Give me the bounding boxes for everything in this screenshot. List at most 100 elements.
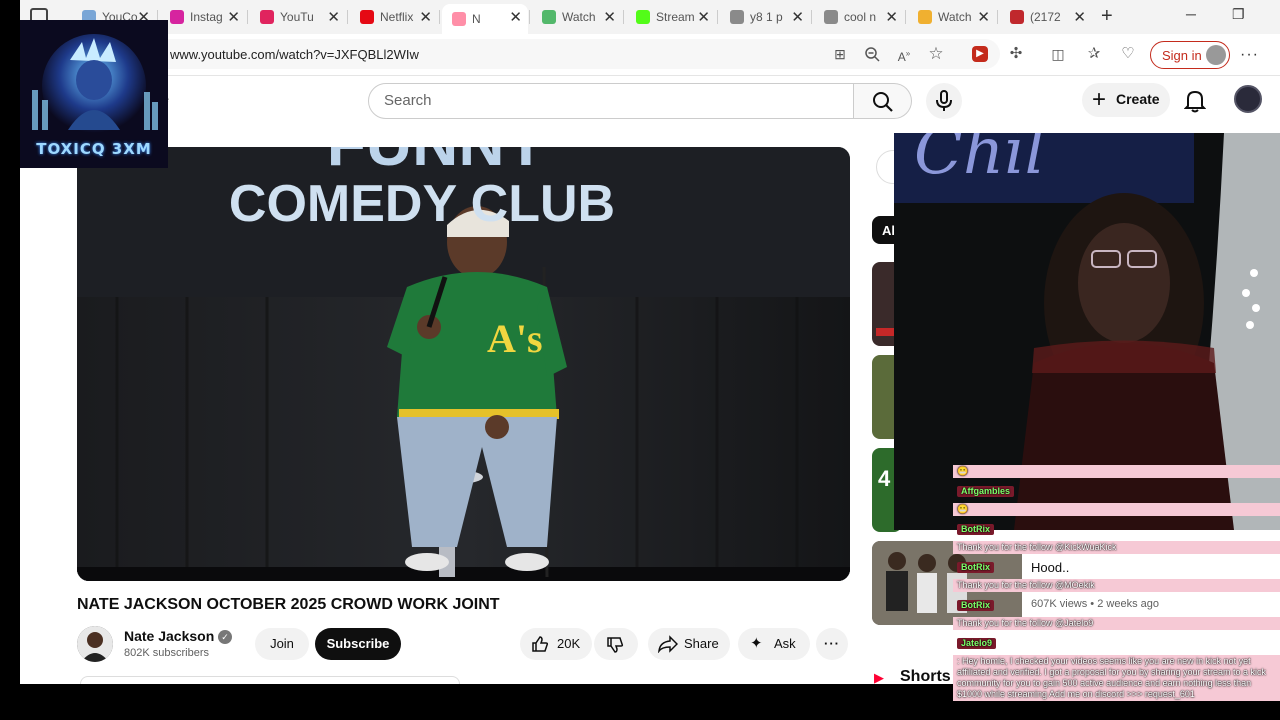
search-box[interactable]: [368, 83, 854, 119]
chat-message: Thank you for the follow @KickWuaKick: [957, 542, 1117, 552]
tab-strip: YouCo ✕ Instag ✕ YouTu ✕ Netflix ✕ N ✕ Watch ✕ Strea…: [20, 0, 1280, 34]
notifications-bell-icon[interactable]: [1184, 89, 1206, 113]
new-tab-icon[interactable]: +: [1101, 5, 1113, 28]
tab-close-icon[interactable]: ✕: [509, 8, 522, 26]
tab-separator: [905, 10, 906, 24]
chat-line: BotRix: [953, 523, 1280, 536]
sign-in-label: Sign in: [1162, 48, 1202, 63]
chat-line: Thank you for the follow @MOekik: [953, 579, 1280, 592]
tab-close-icon[interactable]: ✕: [1073, 8, 1086, 26]
tab-8[interactable]: cool n ✕: [814, 4, 904, 30]
split-screen-icon[interactable]: ◫: [1050, 46, 1066, 62]
chat-line: Thank you for the follow @Jatelo9: [953, 617, 1280, 630]
tab-4[interactable]: N ✕: [442, 4, 528, 34]
voice-search-button[interactable]: [926, 83, 962, 119]
tab-label: y8 1 p: [750, 10, 783, 24]
webcam-sign: Chil: [914, 133, 1045, 189]
tab-label: (2172: [1030, 10, 1061, 24]
extensions-icon[interactable]: ✣: [1008, 46, 1024, 62]
zoom-icon[interactable]: [864, 46, 880, 62]
ask-label: Ask: [774, 636, 796, 651]
tab-1[interactable]: Instag ✕: [160, 4, 246, 30]
read-aloud-icon[interactable]: A»: [896, 46, 912, 64]
channel-name[interactable]: Nate Jackson: [124, 628, 214, 644]
tab-separator: [347, 10, 348, 24]
chat-username: BotRix: [957, 562, 994, 573]
browser-essentials-icon[interactable]: ♡: [1120, 46, 1136, 62]
tab-close-icon[interactable]: ✕: [419, 8, 432, 26]
chat-line: Jatelo9: [953, 637, 1280, 650]
dislike-button[interactable]: [594, 628, 638, 660]
chat-message: Thank you for the follow @MOekik: [957, 580, 1095, 590]
restore-icon[interactable]: ❐: [1232, 6, 1245, 23]
like-button[interactable]: 20K: [520, 628, 592, 660]
create-button[interactable]: + Create: [1082, 83, 1170, 117]
share-button[interactable]: Share: [648, 628, 730, 660]
sign-in-button[interactable]: Sign in: [1150, 41, 1230, 69]
tab-favicon-icon: [170, 10, 184, 24]
tab-close-icon[interactable]: ✕: [327, 8, 340, 26]
logo-text: TOXICQ 3XM: [36, 140, 152, 158]
tab-5[interactable]: Watch ✕: [532, 4, 622, 30]
search-button[interactable]: [854, 83, 912, 119]
extension-red-icon[interactable]: ▶: [972, 46, 988, 62]
tab-label: YouTu: [280, 10, 314, 24]
tab-close-icon[interactable]: ✕: [885, 8, 898, 26]
chat-line: BotRix: [953, 599, 1280, 612]
url-text[interactable]: www.youtube.com/watch?v=JXFQBLl2WIw: [170, 47, 419, 62]
chat-line: BotRix: [953, 561, 1280, 574]
tab-close-icon[interactable]: ✕: [697, 8, 710, 26]
tab-label: Watch: [562, 10, 596, 24]
tab-label: Stream: [656, 10, 694, 24]
tab-label: Watch: [938, 10, 972, 24]
ask-button[interactable]: ✦ Ask: [738, 628, 810, 660]
chat-username: BotRix: [957, 600, 994, 611]
tab-label: cool n: [844, 10, 877, 24]
tab-favicon-icon: [452, 12, 466, 26]
tab-7[interactable]: y8 1 p ✕: [720, 4, 810, 30]
channel-avatar[interactable]: [77, 626, 113, 662]
chat-line: : Hey homie, I checked your videos seems…: [953, 655, 1280, 701]
tab-3[interactable]: Netflix ✕: [350, 4, 438, 30]
verified-check-icon: ✓: [218, 630, 232, 644]
tab-6[interactable]: Stream ✕: [626, 4, 716, 30]
more-actions-icon[interactable]: ···: [816, 628, 848, 660]
plus-icon: +: [1092, 86, 1107, 113]
tab-close-icon[interactable]: ✕: [977, 8, 990, 26]
tab-close-icon[interactable]: ✕: [227, 8, 240, 26]
tab-close-icon[interactable]: ✕: [791, 8, 804, 26]
video-title: NATE JACKSON OCTOBER 2025 CROWD WORK JOI…: [77, 596, 500, 613]
chat-username: Affgambles: [957, 486, 1015, 497]
banner-line-2: COMEDY CLUB: [229, 175, 615, 233]
shorts-icon: ▶: [874, 670, 884, 684]
tab-close-icon[interactable]: ✕: [603, 8, 616, 26]
profile-avatar-icon: [1206, 45, 1226, 65]
favorite-star-icon[interactable]: ☆: [928, 45, 944, 62]
sparkle-icon: ✦: [750, 635, 763, 652]
video-player[interactable]: A's FUNNY COMEDY CLUB: [77, 147, 850, 581]
chat-message: : Hey homie, I checked your videos seems…: [957, 656, 1266, 699]
tab-favicon-icon: [542, 10, 556, 24]
tab-2[interactable]: YouTu ✕: [250, 4, 346, 30]
account-avatar[interactable]: [1234, 85, 1262, 113]
share-icon: [658, 635, 678, 653]
tab-separator: [529, 10, 530, 24]
tab-10[interactable]: (2172 ✕: [1000, 4, 1092, 30]
subscriber-count: 802K subscribers: [124, 647, 209, 659]
favorites-icon[interactable]: ✰: [1086, 46, 1102, 62]
stream-chat-overlay: 😬 Affgambles 😬 BotRix Thank you for the foll…: [953, 465, 1280, 710]
description-box[interactable]: [80, 676, 460, 684]
tab-separator: [439, 10, 440, 24]
chat-line: 😬: [953, 465, 1280, 478]
minimize-icon[interactable]: ─: [1186, 6, 1196, 22]
chat-username: Jatelo9: [957, 638, 997, 649]
join-button[interactable]: Join: [255, 628, 309, 660]
subscribe-button[interactable]: Subscribe: [315, 628, 401, 660]
app-available-icon[interactable]: ⊞: [832, 46, 848, 62]
more-options-icon[interactable]: ···: [1240, 46, 1259, 64]
tab-separator: [247, 10, 248, 24]
chat-line: Thank you for the follow @KickWuaKick: [953, 541, 1280, 554]
search-input[interactable]: [384, 92, 804, 109]
thumbs-down-icon: [607, 637, 624, 653]
tab-9[interactable]: Watch ✕: [908, 4, 996, 30]
